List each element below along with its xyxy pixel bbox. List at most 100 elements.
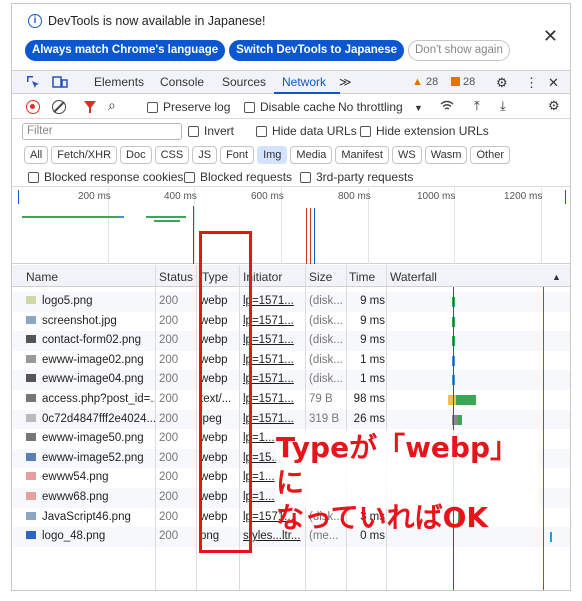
blocked-cookies-checkbox[interactable]: Blocked response cookies xyxy=(28,170,183,184)
blocked-cookies-label: Blocked response cookies xyxy=(44,170,184,184)
request-name: ewww-image52.png xyxy=(26,452,156,464)
blocked-requests-checkbox[interactable]: Blocked requests xyxy=(184,170,292,184)
request-status: 200 xyxy=(159,471,179,484)
inspect-element-icon[interactable] xyxy=(26,75,40,92)
wifi-conditions-icon[interactable] xyxy=(440,100,454,115)
request-name-text: JavaScript46.png xyxy=(42,510,131,523)
request-status: 200 xyxy=(159,530,179,543)
request-initiator[interactable]: lp=1571... xyxy=(243,295,303,307)
load-line xyxy=(306,208,307,264)
switch-language-button[interactable]: Switch DevTools to Japanese xyxy=(229,40,404,61)
type-chip[interactable]: Fetch/XHR xyxy=(51,146,118,164)
overview-tick: 1000 ms xyxy=(417,191,456,202)
disable-cache-checkbox[interactable]: Disable cache xyxy=(244,100,335,114)
upload-icon[interactable]: ⤒ xyxy=(474,98,480,114)
column-time[interactable]: Time xyxy=(349,270,375,284)
selection-handle-right[interactable] xyxy=(565,190,566,204)
type-chip[interactable]: Other xyxy=(470,146,510,164)
close-icon[interactable]: ✕ xyxy=(543,26,558,47)
request-initiator[interactable]: lp=1571... xyxy=(243,393,303,405)
throttling-value: No throttling xyxy=(338,100,403,114)
timeline-overview[interactable]: 200 ms 400 ms 600 ms 800 ms 1000 ms 1200… xyxy=(12,188,570,264)
close-devtools-icon[interactable]: ✕ xyxy=(548,75,559,91)
type-chip[interactable]: Manifest xyxy=(335,146,389,164)
settings-gear-icon[interactable]: ⚙ xyxy=(496,75,508,91)
issues-badge[interactable]: 28 xyxy=(451,76,475,88)
table-row[interactable]: 0c72d4847fff2e4024... 200 jpeg lp=1571... 31… xyxy=(12,409,570,430)
request-status: 200 xyxy=(159,353,179,366)
third-party-checkbox[interactable]: 3rd-party requests xyxy=(300,170,413,184)
overview-bar xyxy=(118,216,124,218)
type-chip[interactable]: Font xyxy=(220,146,255,164)
request-initiator[interactable]: lp=1571... xyxy=(243,413,303,425)
request-initiator[interactable]: lp=1571... xyxy=(243,354,303,366)
warnings-count: 28 xyxy=(425,76,439,88)
dont-show-again-button[interactable]: Don't show again xyxy=(408,40,510,61)
hide-data-urls-checkbox[interactable]: Hide data URLs xyxy=(256,124,357,138)
tab-elements[interactable]: Elements xyxy=(94,75,144,89)
table-row[interactable]: screenshot.jpg 200 webp lp=1571... (disk... 9… xyxy=(12,312,570,332)
request-initiator[interactable]: lp=1571... xyxy=(243,334,303,346)
match-language-button[interactable]: Always match Chrome's language xyxy=(25,40,226,61)
type-chip[interactable]: All xyxy=(24,146,49,164)
type-chip[interactable]: WS xyxy=(391,146,422,164)
request-initiator[interactable]: lp=1571... xyxy=(243,373,303,385)
type-chip[interactable]: Doc xyxy=(120,146,152,164)
record-icon[interactable] xyxy=(26,100,40,114)
download-icon[interactable]: ⤓ xyxy=(500,98,506,114)
filter-funnel-icon[interactable] xyxy=(84,101,96,113)
type-chip[interactable]: CSS xyxy=(154,146,190,164)
file-type-icon xyxy=(26,374,36,383)
table-row[interactable]: ewww-image04.png 200 webp lp=1571... (disk..… xyxy=(12,370,570,390)
devtools-window: i DevTools is now available in Japanese!… xyxy=(11,3,571,591)
table-row[interactable]: ewww-image02.png 200 webp lp=1571... (disk..… xyxy=(12,351,570,371)
request-status: 200 xyxy=(159,451,179,464)
checkbox-icon xyxy=(300,172,311,183)
tab-network[interactable]: Network xyxy=(282,75,326,89)
request-time: 98 ms xyxy=(353,393,385,405)
column-size[interactable]: Size xyxy=(309,270,332,284)
sort-ascending-icon[interactable]: ▲ xyxy=(552,272,561,282)
clear-icon[interactable] xyxy=(52,100,66,114)
column-waterfall[interactable]: Waterfall xyxy=(390,270,437,284)
table-row[interactable]: logo5.png 200 webp lp=1571... (disk... 9 ms xyxy=(12,292,570,312)
type-chip[interactable]: Wasm xyxy=(424,146,468,164)
network-settings-gear-icon[interactable]: ⚙ xyxy=(548,98,560,114)
table-row[interactable]: access.php?post_id=... 200 text/... lp=1571… xyxy=(12,390,570,410)
device-toolbar-icon[interactable] xyxy=(52,75,68,92)
filter-row: Filter Invert Hide data URLs Hide extens… xyxy=(12,120,570,144)
tab-sources[interactable]: Sources xyxy=(222,75,266,89)
request-name: ewww-image50.png xyxy=(26,432,156,444)
active-tab-indicator xyxy=(274,92,340,94)
invert-checkbox[interactable]: Invert xyxy=(188,124,234,138)
hide-extension-urls-checkbox[interactable]: Hide extension URLs xyxy=(360,124,489,138)
throttling-select[interactable]: No throttling ▼ xyxy=(338,100,423,114)
column-status[interactable]: Status xyxy=(159,270,193,284)
preserve-log-checkbox[interactable]: Preserve log xyxy=(147,100,230,114)
waterfall-bar xyxy=(458,414,462,425)
table-row[interactable]: contact-form02.png 200 webp lp=1571... (disk… xyxy=(12,331,570,351)
request-name-text: contact-form02.png xyxy=(42,334,142,347)
hide-extension-urls-label: Hide extension URLs xyxy=(376,124,489,138)
column-name[interactable]: Name xyxy=(26,270,58,284)
more-tabs-icon[interactable]: ≫ xyxy=(339,75,352,89)
file-type-icon xyxy=(26,492,36,500)
kebab-menu-icon[interactable]: ⋮ xyxy=(525,75,538,91)
type-chip[interactable]: Media xyxy=(290,146,333,164)
waterfall-bar xyxy=(448,395,456,405)
warnings-badge[interactable]: ▲ 28 xyxy=(412,76,438,88)
request-initiator[interactable]: lp=1571... xyxy=(243,315,303,327)
type-chip[interactable]: JS xyxy=(192,146,218,164)
chevron-down-icon: ▼ xyxy=(414,103,423,113)
search-icon[interactable]: ⌕ xyxy=(108,97,116,114)
request-time: 9 ms xyxy=(360,334,385,347)
overview-bar xyxy=(146,216,186,218)
tab-console[interactable]: Console xyxy=(160,75,204,89)
file-type-icon xyxy=(26,296,36,304)
overview-tick: 200 ms xyxy=(78,191,111,202)
selection-handle-left[interactable] xyxy=(18,190,19,204)
filter-input[interactable]: Filter xyxy=(22,123,182,140)
dom-content-loaded-line xyxy=(193,206,194,264)
request-status: 200 xyxy=(159,491,179,503)
type-chip[interactable]: Img xyxy=(257,146,288,164)
